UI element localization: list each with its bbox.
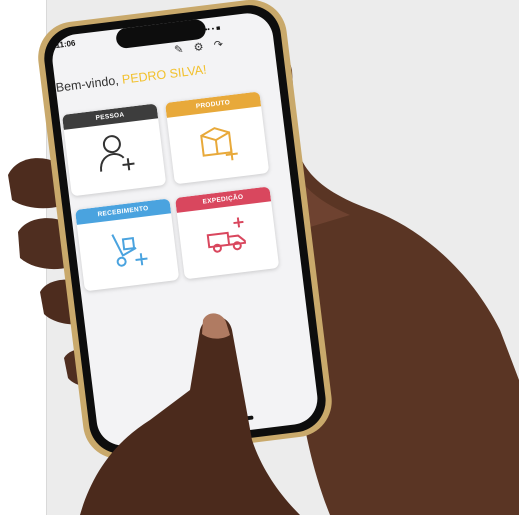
photo-scene: [8, 0, 519, 515]
phone-device: [38, 0, 332, 459]
